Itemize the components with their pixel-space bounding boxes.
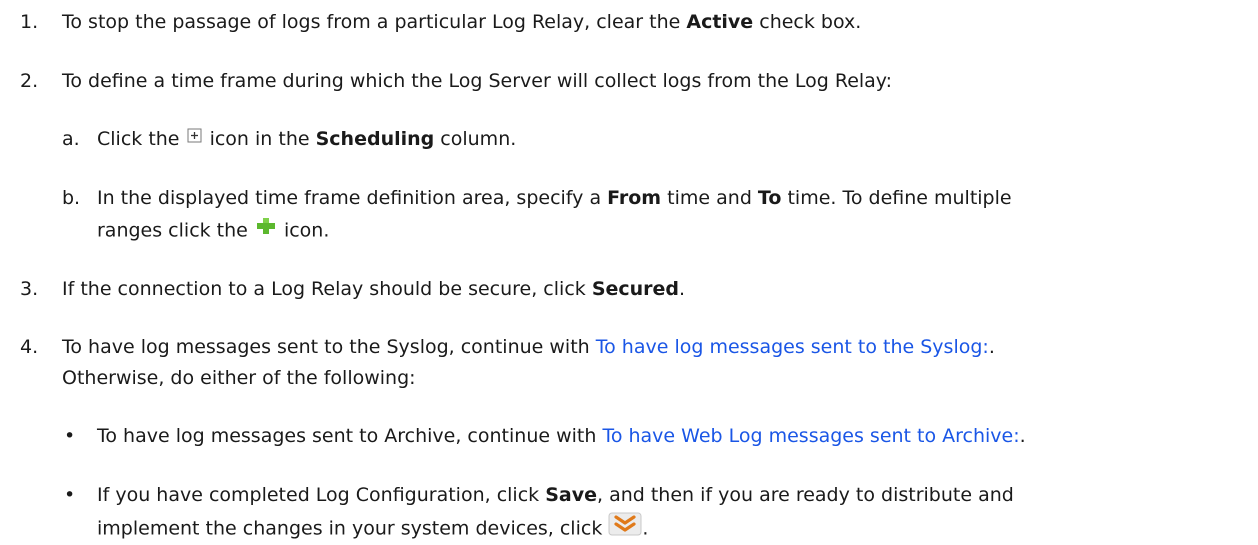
step-2a-mid: icon in the xyxy=(203,128,316,150)
bullet-1-mark: • xyxy=(64,425,76,447)
expand-plus-box-icon xyxy=(186,126,204,150)
step-1-number: 1. xyxy=(20,11,39,33)
bullet-1-text: To have log messages sent to Archive, co… xyxy=(97,424,1026,448)
step-1-post: check box. xyxy=(753,11,862,33)
syslog-link[interactable]: To have log messages sent to the Syslog: xyxy=(596,336,989,358)
step-4-line2: Otherwise, do either of the following: xyxy=(62,367,416,389)
step-3-text: If the connection to a Log Relay should … xyxy=(62,277,685,301)
step-1-bold: Active xyxy=(686,11,754,33)
step-2a-text: Click the icon in the Scheduling column. xyxy=(97,127,516,152)
step-1-text: To stop the passage of logs from a parti… xyxy=(62,10,861,34)
step-2b-text: In the displayed time frame definition a… xyxy=(97,186,1012,210)
bullet-2-line2-pre: implement the changes in your system dev… xyxy=(97,517,609,540)
bullet-2-bold: Save xyxy=(545,484,597,506)
bullet-2-text: If you have completed Log Configuration,… xyxy=(97,483,1014,507)
step-2-number: 2. xyxy=(20,70,39,92)
distribute-chevrons-icon xyxy=(608,512,642,542)
green-plus-icon xyxy=(254,216,278,242)
step-2b-post: time. To define multiple xyxy=(781,187,1012,209)
step-4-text: To have log messages sent to the Syslog,… xyxy=(62,335,995,359)
step-4-post: . xyxy=(988,336,995,358)
archive-link[interactable]: To have Web Log messages sent to Archive… xyxy=(602,425,1019,447)
step-2a-bold: Scheduling xyxy=(315,128,435,150)
step-4-number: 4. xyxy=(20,336,39,358)
step-2b-pre: In the displayed time frame definition a… xyxy=(97,187,608,209)
bullet-1-pre: To have log messages sent to Archive, co… xyxy=(97,425,603,447)
step-3-post: . xyxy=(679,278,686,300)
step-1-pre: To stop the passage of logs from a parti… xyxy=(62,11,687,33)
bullet-2-line2-post: . xyxy=(642,517,649,540)
step-2a-post: column. xyxy=(434,128,517,150)
bullet-2-line2: implement the changes in your system dev… xyxy=(97,512,649,544)
step-3-bold: Secured xyxy=(591,278,680,300)
step-2b-bold-from: From xyxy=(607,187,662,209)
bullet-2-post: , and then if you are ready to distribut… xyxy=(596,484,1014,506)
step-3-number: 3. xyxy=(20,278,39,300)
bullet-2-pre: If you have completed Log Configuration,… xyxy=(97,484,546,506)
step-2-text: To define a time frame during which the … xyxy=(62,70,893,92)
step-2b-letter: b. xyxy=(62,187,81,209)
step-3-pre: If the connection to a Log Relay should … xyxy=(62,278,592,300)
bullet-1-post: . xyxy=(1019,425,1026,447)
step-2b-line2-post: icon. xyxy=(277,219,330,242)
step-2a-letter: a. xyxy=(62,128,80,150)
step-2b-mid: time and xyxy=(661,187,758,209)
step-2a-pre: Click the xyxy=(97,128,186,150)
bullet-2-mark: • xyxy=(64,484,76,506)
step-2b-line2: ranges click the icon. xyxy=(97,218,329,244)
step-2b-bold-to: To xyxy=(757,187,782,209)
step-2b-line2-pre: ranges click the xyxy=(97,219,254,242)
step-4-pre: To have log messages sent to the Syslog,… xyxy=(62,336,596,358)
